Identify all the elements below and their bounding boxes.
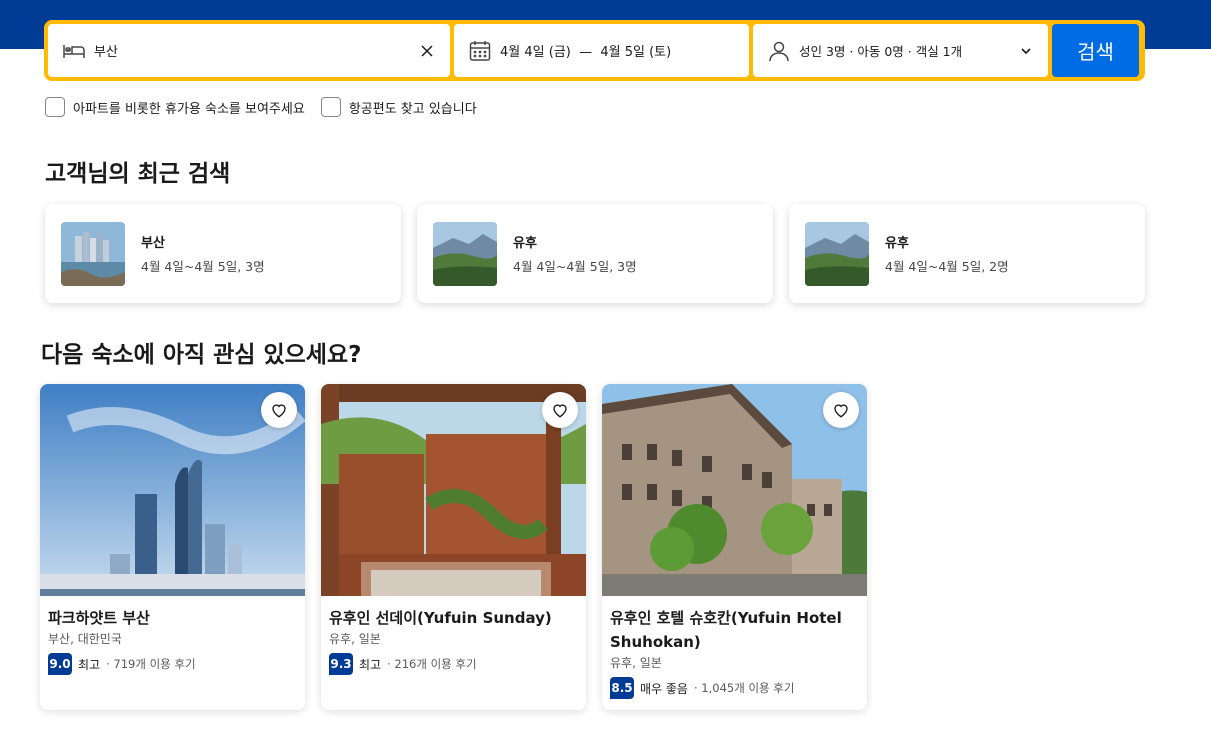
busan-thumbnail (61, 221, 125, 286)
calendar-icon (466, 37, 494, 65)
heart-icon[interactable] (261, 392, 297, 428)
property-card[interactable]: 유후인 호텔 슈호칸(Yufuin Hotel Shuhokan) 유후, 일본… (602, 384, 867, 710)
chevron-down-icon[interactable] (1016, 41, 1036, 61)
property-rating: 9.0 최고 · 719개 이용 후기 (48, 653, 297, 675)
property-name[interactable]: 유후인 선데이(Yufuin Sunday) (329, 606, 578, 630)
property-card[interactable]: 파크하얏트 부산 부산, 대한민국 9.0 최고 · 719개 이용 후기 (40, 384, 305, 710)
recent-search-title: 유후 (885, 236, 909, 251)
recent-searches-list: 부산 4월 4일~4월 5일, 3명 유후 4월 4일~4월 5일, 3명 유후… (45, 204, 1145, 303)
property-name[interactable]: 파크하얏트 부산 (48, 606, 297, 630)
destination-value: 부산 (94, 45, 118, 60)
apartments-checkbox[interactable] (45, 97, 65, 117)
date-value: 4월 4일 (금) — 4월 5일 (토) (500, 45, 672, 60)
heart-icon[interactable] (823, 392, 859, 428)
review-count: · 216개 이용 후기 (387, 657, 477, 671)
date-field[interactable]: 4월 4일 (금) — 4월 5일 (토) (454, 24, 749, 77)
property-cards: 파크하얏트 부산 부산, 대한민국 9.0 최고 · 719개 이용 후기 유후… (40, 384, 867, 710)
property-location: 유후, 일본 (329, 632, 381, 646)
destination-field[interactable]: 부산 (48, 24, 450, 77)
apartments-option[interactable]: 아파트를 비롯한 휴가용 숙소를 보여주세요 (45, 97, 305, 117)
bed-icon (60, 37, 88, 65)
review-count: · 719개 이용 후기 (106, 657, 196, 671)
search-options: 아파트를 비롯한 휴가용 숙소를 보여주세요 항공편도 찾고 있습니다 (45, 97, 477, 117)
guests-field[interactable]: 성인 3명 · 아동 0명 · 객실 1개 (753, 24, 1048, 77)
recent-search-details: 4월 4일~4월 5일, 3명 (141, 259, 265, 274)
property-rating: 8.5 매우 좋음 · 1,045개 이용 후기 (610, 677, 859, 699)
flights-option[interactable]: 항공편도 찾고 있습니다 (320, 97, 477, 117)
recent-search-card[interactable]: 유후 4월 4일~4월 5일, 3명 (417, 204, 773, 303)
person-icon (765, 37, 793, 65)
property-location: 부산, 대한민국 (48, 632, 122, 646)
property-photo (602, 384, 867, 596)
recent-search-card[interactable]: 부산 4월 4일~4월 5일, 3명 (45, 204, 401, 303)
flights-checkbox[interactable] (320, 97, 341, 117)
review-word: 최고 (359, 657, 382, 672)
heart-icon[interactable] (542, 392, 578, 428)
search-button[interactable]: 검색 (1052, 24, 1139, 77)
property-card[interactable]: 유후인 선데이(Yufuin Sunday) 유후, 일본 9.3 최고 · 2… (321, 384, 586, 710)
search-bar: 부산 4월 4일 (금) — 4월 5일 (토) 성인 3명 · 아동 0명 ·… (44, 20, 1145, 81)
yufu-thumbnail (433, 221, 497, 286)
recent-search-card[interactable]: 유후 4월 4일~4월 5일, 2명 (789, 204, 1145, 303)
property-photo (321, 384, 586, 596)
review-word: 최고 (78, 657, 101, 672)
property-name[interactable]: 유후인 호텔 슈호칸(Yufuin Hotel Shuhokan) (610, 606, 859, 654)
apartments-label: 아파트를 비롯한 휴가용 숙소를 보여주세요 (73, 101, 305, 117)
recent-searches-heading: 고객님의 최근 검색 (45, 161, 231, 187)
close-icon[interactable] (416, 40, 438, 62)
property-location: 유후, 일본 (610, 656, 662, 670)
flights-label: 항공편도 찾고 있습니다 (348, 101, 477, 117)
yufu-thumbnail (805, 221, 869, 286)
review-word: 매우 좋음 (640, 681, 688, 696)
recent-search-title: 유후 (513, 236, 537, 251)
recent-search-details: 4월 4일~4월 5일, 3명 (513, 259, 637, 274)
review-score: 8.5 (610, 677, 634, 699)
review-count: · 1,045개 이용 후기 (693, 681, 795, 695)
recent-search-details: 4월 4일~4월 5일, 2명 (885, 259, 1009, 274)
review-score: 9.3 (329, 653, 353, 675)
recent-search-title: 부산 (141, 236, 165, 251)
property-rating: 9.3 최고 · 216개 이용 후기 (329, 653, 578, 675)
property-photo (40, 384, 305, 596)
review-score: 9.0 (48, 653, 72, 675)
guests-value: 성인 3명 · 아동 0명 · 객실 1개 (799, 44, 963, 59)
interest-heading: 다음 숙소에 아직 관심 있으세요? (41, 342, 362, 368)
